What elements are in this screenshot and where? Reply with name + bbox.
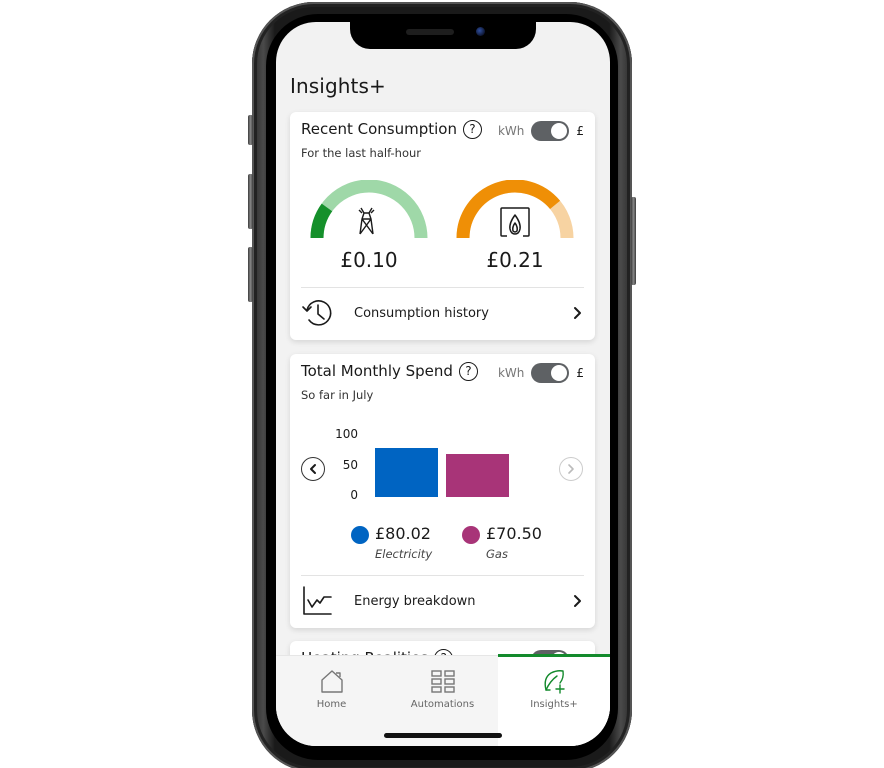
divider <box>301 575 584 576</box>
question-circle-icon[interactable]: ? <box>462 120 482 139</box>
bar-electricity[interactable] <box>375 448 438 497</box>
card-title-text: Total Monthly Spend <box>301 362 453 380</box>
grid-icon <box>430 670 455 693</box>
link-label: Energy breakdown <box>354 593 476 609</box>
legend-name: Gas <box>486 547 508 561</box>
mute-switch <box>248 115 253 145</box>
gas-gauge-value: £0.21 <box>486 248 544 272</box>
gauge-fill <box>456 180 561 239</box>
unit-toggle: kWh £ <box>498 120 584 142</box>
legend-value: £80.02 <box>375 524 431 543</box>
line-chart-icon <box>301 584 335 618</box>
page-title: Insights+ <box>290 74 386 98</box>
question-circle-icon[interactable]: ? <box>458 362 478 381</box>
card-header: Total Monthly Spend? kWh £ <box>301 362 584 384</box>
history-clock-icon <box>301 296 335 330</box>
y-tick-label: 100 <box>335 427 358 441</box>
unit-toggle: kWh £ <box>498 362 584 384</box>
energy-breakdown-link[interactable]: Energy breakdown <box>301 578 584 624</box>
bar-gas[interactable] <box>446 453 509 497</box>
tab-insights[interactable]: Insights+ <box>498 654 610 746</box>
notch <box>350 22 536 49</box>
y-tick-label: 0 <box>350 488 358 502</box>
next-month-button[interactable] <box>559 457 583 481</box>
card-title-text: Recent Consumption <box>301 120 457 138</box>
tab-label: Home <box>316 699 347 710</box>
consumption-history-link[interactable]: Consumption history <box>301 290 584 336</box>
home-indicator <box>384 733 502 738</box>
legend-dot <box>462 526 480 544</box>
card-title: Recent Consumption? <box>301 120 482 139</box>
card-title: Total Monthly Spend? <box>301 362 478 381</box>
card-header: Recent Consumption? kWh £ <box>301 120 584 142</box>
volume-up-button <box>248 174 253 229</box>
card-subtitle: So far in July <box>301 388 374 402</box>
gauge-arc <box>310 180 428 239</box>
front-camera <box>476 27 485 36</box>
card-subtitle: For the last half-hour <box>301 146 421 160</box>
switch-knob <box>551 365 568 381</box>
unit-label-gbp: £ <box>576 366 584 380</box>
divider <box>301 287 584 288</box>
active-tab-indicator <box>498 654 610 657</box>
electricity-gauge[interactable]: £0.10 <box>304 180 434 272</box>
link-label: Consumption history <box>354 305 489 321</box>
unit-label-kwh: kWh <box>497 366 525 380</box>
volume-down-button <box>248 247 253 302</box>
speaker-grille <box>406 29 454 35</box>
unit-label-kwh: kWh <box>497 124 525 138</box>
unit-switch[interactable] <box>531 121 570 141</box>
legend-name: Electricity <box>375 547 433 561</box>
electricity-gauge-value: £0.10 <box>340 248 398 272</box>
gas-flame-icon <box>500 207 530 237</box>
gas-gauge[interactable]: £0.21 <box>450 180 580 272</box>
recent-consumption-card: Recent Consumption? kWh £ For the last h… <box>290 112 595 340</box>
unit-label-gbp: £ <box>576 124 584 138</box>
chevron-right-icon <box>574 307 581 319</box>
gauge-fill <box>310 203 333 239</box>
home-icon <box>320 670 343 693</box>
app-screen: Insights+ Recent Consumption? kWh £ For … <box>276 22 610 746</box>
power-button <box>631 197 636 285</box>
chevron-right-icon <box>568 464 574 474</box>
electricity-pylon-icon <box>358 207 375 235</box>
chevron-right-icon <box>574 595 581 607</box>
y-tick-label: 50 <box>342 457 358 472</box>
leaf-plus-icon <box>544 670 565 694</box>
gauge-arc <box>456 180 574 239</box>
previous-month-button[interactable] <box>301 457 325 481</box>
tab-label: Automations <box>410 699 475 710</box>
tab-home[interactable]: Home <box>276 656 387 746</box>
monthly-spend-card: Total Monthly Spend? kWh £ So far in Jul… <box>290 354 595 628</box>
legend-value: £70.50 <box>486 524 542 543</box>
switch-knob <box>551 123 568 139</box>
monthly-spend-bar-chart: 100 50 0 <box>290 414 595 514</box>
unit-switch[interactable] <box>531 363 570 383</box>
tab-label: Insights+ <box>530 699 578 710</box>
chevron-left-icon <box>310 464 316 474</box>
legend-dot <box>351 526 369 544</box>
